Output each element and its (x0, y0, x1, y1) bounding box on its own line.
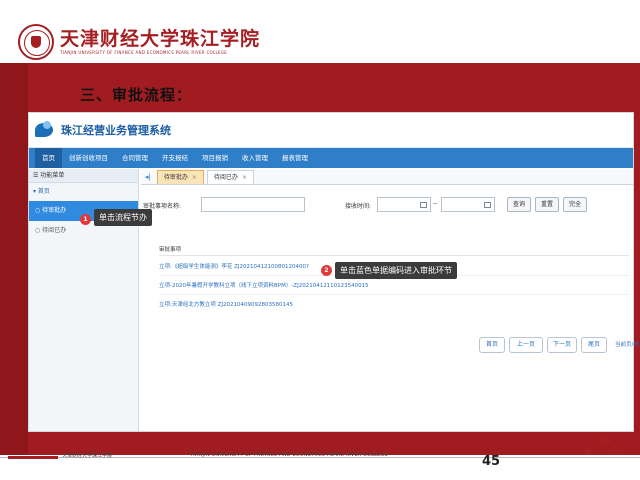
nav-expense[interactable]: 开支报结 (155, 148, 195, 168)
approval-row[interactable]: 立项-2020年暑假开学教科立项（线下立项资料BPM）-ZJ2021041211… (159, 280, 629, 292)
university-logo: 天津财经大学珠江学院 TIANJIN UNIVERSITY OF FINANCE… (18, 22, 260, 62)
prev-page-button[interactable]: 上一页 (509, 337, 543, 353)
nav-home[interactable]: 首页 (35, 148, 62, 168)
slide-heading: 三、审批流程： (80, 86, 193, 104)
step-1-callout: 单击流程节办 (94, 209, 152, 226)
last-page-button[interactable]: 尾页 (581, 337, 607, 353)
date-range-dash: -- (433, 200, 438, 207)
decor-dot-icon (598, 434, 610, 446)
logo-text: 天津财经大学珠江学院 TIANJIN UNIVERSITY OF FINANCE… (60, 28, 260, 56)
filter-row: 审批事项名称: 接收时间: -- 查询 重置 完全 (141, 195, 633, 215)
tab-done[interactable]: 待阅已办 × (206, 170, 254, 184)
search-button[interactable]: 查询 (507, 197, 532, 212)
approval-row[interactable]: 立项:天津经北方教立项 ZJ202104090928035801​45 (159, 299, 629, 311)
section-divider (159, 255, 629, 256)
nav-projects[interactable]: 创新创收项目 (62, 148, 115, 168)
step-2-callout: 单击蓝色单据编码进入审批环节 (335, 262, 457, 279)
nav-contracts[interactable]: 合同管理 (115, 148, 155, 168)
nav-reports[interactable]: 报表管理 (275, 148, 315, 168)
tab-bar: ◂| 待审批办 × 待阅已办 × (141, 169, 633, 185)
app-title: 珠江经营业务管理系统 (61, 124, 171, 137)
start-date-input[interactable] (377, 197, 431, 212)
end-date-input[interactable] (441, 197, 495, 212)
calendar-icon[interactable] (420, 202, 427, 208)
app-header: 珠江经营业务管理系统 (29, 113, 633, 148)
page-number: 45 (482, 454, 501, 469)
calendar-icon[interactable] (484, 202, 491, 208)
logo-english-name: TIANJIN UNIVERSITY OF FINANCE AND ECONOM… (60, 50, 228, 55)
first-page-button[interactable]: 首页 (479, 337, 505, 353)
decor-dot-icon (612, 446, 617, 451)
tab-scroll-icon[interactable]: ◂| (145, 170, 151, 184)
item-name-input[interactable] (201, 197, 305, 212)
receive-time-label: 接收时间: (345, 203, 372, 210)
logo-chinese-name: 天津财经大学珠江学院 (60, 28, 261, 50)
decor-dot-icon (585, 448, 592, 455)
main-content: ◂| 待审批办 × 待阅已办 × 审批事项名称: 接收时间: -- 查询 重置 完全… (141, 169, 640, 431)
university-seal-icon (18, 24, 54, 60)
app-logo-icon (35, 121, 57, 139)
close-icon[interactable]: × (242, 174, 247, 181)
next-page-button[interactable]: 下一页 (547, 337, 577, 353)
close-icon[interactable]: × (192, 174, 197, 181)
nav-reimbursement[interactable]: 项目报销 (195, 148, 235, 168)
page-info: 当前页/总1页 (615, 342, 640, 348)
red-band-left-strip (0, 63, 28, 455)
nav-income[interactable]: 收入管理 (235, 148, 275, 168)
all-button[interactable]: 完全 (563, 197, 588, 212)
slide: 天津财经大学珠江学院 TIANJIN UNIVERSITY OF FINANCE… (0, 0, 640, 480)
section-title: 审批事项 (159, 247, 182, 253)
sidebar-group-home[interactable]: ▾ 首页 (29, 183, 138, 201)
row-divider (159, 294, 629, 295)
step-1-badge: 1 (80, 214, 91, 225)
top-nav: 首页 创新创收项目 合同管理 开支报结 项目报销 收入管理 报表管理 (29, 148, 633, 168)
footer-english-name: TIANJIN UNIVERSITY OF FINANCE AND ECONOM… (190, 452, 388, 458)
tab-pending-label: 待审批办 (163, 174, 188, 181)
tab-pending[interactable]: 待审批办 × (156, 170, 204, 184)
sidebar-header: ☰ 功能菜单 (29, 169, 138, 183)
reset-button[interactable]: 重置 (535, 197, 560, 212)
footer-school-name: 天津财经大学珠江学院 (62, 453, 113, 459)
footer-red-accent (8, 456, 58, 459)
tab-done-label: 待阅已办 (213, 174, 238, 181)
step-2-badge: 2 (321, 265, 332, 276)
